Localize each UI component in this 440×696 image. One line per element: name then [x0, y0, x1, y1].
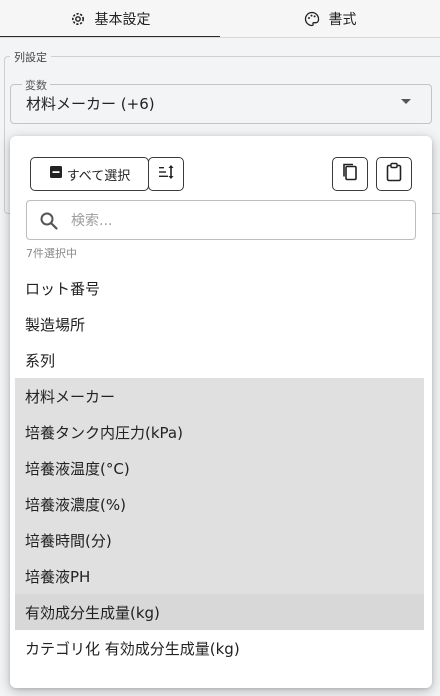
select-all-checkbox-icon [49, 165, 63, 183]
list-item[interactable]: 有効成分生成量(kg) [15, 594, 424, 630]
sort-icon [157, 163, 175, 185]
tab-bar: 基本設定 書式 [0, 0, 440, 38]
list-item[interactable]: 培養タンク内圧力(kPa) [15, 414, 424, 450]
list-item[interactable]: 材料メーカー [15, 378, 424, 414]
search-input[interactable] [69, 210, 403, 232]
selected-count: 7件選択中 [26, 247, 77, 260]
column-settings-legend: 列設定 [10, 49, 51, 65]
list-item[interactable]: ロット番号 [15, 270, 424, 306]
tab-divider [0, 37, 440, 38]
search-icon [39, 211, 59, 235]
variable-select-label: 変数 [22, 77, 50, 93]
list-item[interactable]: 培養液濃度(%) [15, 486, 424, 522]
select-all-button[interactable]: すべて選択 [30, 157, 149, 191]
copy-icon [341, 162, 359, 186]
tab-label: 基本設定 [94, 12, 151, 28]
clipboard-icon [385, 162, 403, 186]
tab-basic-settings[interactable]: 基本設定 [0, 0, 220, 38]
list-item[interactable]: 製造場所 [15, 306, 424, 342]
list-item[interactable]: 培養時間(分) [15, 522, 424, 558]
variable-select-value: 材料メーカー (+6) [26, 95, 155, 113]
select-all-label: すべて選択 [66, 168, 131, 184]
search-field[interactable] [26, 200, 416, 240]
list-item[interactable]: カテゴリ化 有効成分生成量(kg) [15, 630, 424, 666]
dropdown-arrow-icon[interactable] [401, 99, 411, 104]
list-item[interactable]: 培養液PH [15, 558, 424, 594]
paste-button[interactable] [376, 157, 412, 191]
variable-list: ロット番号 製造場所 系列 材料メーカー 培養タンク内圧力(kPa) 培養液温度… [15, 266, 424, 666]
tab-label: 書式 [328, 12, 357, 28]
copy-button[interactable] [332, 157, 368, 191]
gear-icon [70, 11, 86, 27]
list-item[interactable]: 培養液温度(°C) [15, 450, 424, 486]
variable-dropdown-popup: すべて選択 検索... 7件選択中 ロット番号 製造場所 系列 材料メーカー 培… [10, 136, 432, 688]
sort-button[interactable] [148, 157, 184, 191]
list-item[interactable]: 系列 [15, 342, 424, 378]
tab-format[interactable]: 書式 [220, 0, 440, 38]
palette-icon [304, 11, 320, 27]
